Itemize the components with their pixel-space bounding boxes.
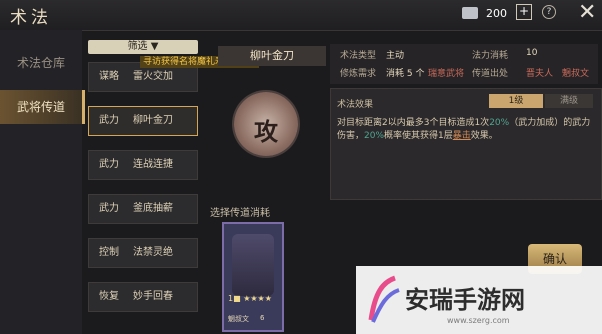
mana-value: 10	[526, 48, 538, 58]
source-label: 传道出处	[472, 69, 509, 79]
effect-percent: 20%	[489, 118, 510, 128]
mana-label: 法力消耗	[472, 51, 509, 61]
effect-part: 概率使其获得1层	[384, 131, 453, 141]
close-button[interactable]: ✕	[578, 2, 596, 24]
left-nav: 术法仓库 武将传道	[0, 30, 85, 334]
effect-box: 术法效果 1级 满级 对目标距离2以内最多3个目标造成1次20%（武力加成）的武…	[330, 88, 602, 200]
skill-type: 恢复	[99, 291, 119, 302]
skill-item[interactable]: 控制 法禁灵绝	[88, 238, 198, 268]
skill-name: 釜底抽薪	[133, 203, 173, 214]
skill-item-selected[interactable]: 武力 柳叶金刀	[88, 106, 198, 136]
effect-percent: 20%	[364, 131, 385, 141]
watermark-url: www.szerg.com	[447, 316, 510, 325]
skill-item[interactable]: 恢复 妙手回春	[88, 282, 198, 312]
require-extra: 瑞意武将	[428, 69, 465, 79]
source-value-2[interactable]: 魍叔文	[562, 66, 589, 79]
watermark-logo-icon	[368, 275, 400, 323]
hero-count: 6	[260, 314, 265, 322]
skill-name: 连战连捷	[133, 159, 173, 170]
hero-name: 魍叔文	[228, 315, 249, 323]
skill-type: 武力	[99, 159, 119, 170]
add-currency-button[interactable]: +	[516, 4, 532, 20]
help-button[interactable]: ?	[542, 5, 556, 19]
hero-card[interactable]: 1■ ★★★★ 魍叔文 6	[222, 222, 284, 332]
skill-type: 谋略	[99, 71, 119, 82]
source-value-1[interactable]: 晋夫人	[526, 66, 553, 79]
effect-label: 术法效果	[337, 100, 374, 110]
effect-text: 对目标距离2以内最多3个目标造成1次20%（武力加成）的武力伤害，20%概率使其…	[337, 117, 593, 143]
hero-stars: ★★★★	[243, 294, 272, 303]
watermark-text: 安瑞手游网	[405, 286, 525, 314]
crit-link[interactable]: 暴击	[453, 131, 471, 141]
hero-level-stars: 1■ ★★★★	[228, 294, 272, 303]
require-value: 消耗 5 个	[386, 69, 425, 79]
hero-level: 1■	[228, 294, 241, 303]
filter-button[interactable]: 筛选 ▼	[88, 40, 198, 54]
skill-type: 控制	[99, 247, 119, 258]
skill-item[interactable]: 武力 连战连捷	[88, 150, 198, 180]
nav-item-skill-storage[interactable]: 术法仓库	[0, 46, 82, 80]
level-tab-max[interactable]: 满级	[545, 94, 593, 108]
skill-list: 筛选 ▼ 谋略 雷火交加 武力 柳叶金刀 武力 连战连捷 武力 釜底抽薪 控制 …	[84, 38, 206, 334]
nav-item-general-teach[interactable]: 武将传道	[0, 90, 85, 124]
type-value: 主动	[386, 51, 405, 61]
scroll-icon	[462, 7, 478, 19]
skill-name: 妙手回春	[133, 291, 173, 302]
skill-info-grid: 术法类型 主动 法力消耗 10 修炼需求 消耗 5 个 瑞意武将 传道出处 晋夫…	[330, 44, 598, 84]
effect-part: 效果。	[470, 131, 498, 141]
skill-item[interactable]: 武力 釜底抽薪	[88, 194, 198, 224]
skill-type: 武力	[99, 203, 119, 214]
level-tab-1[interactable]: 1级	[489, 94, 543, 108]
skill-name: 法禁灵绝	[133, 247, 173, 258]
hero-portrait	[232, 234, 274, 296]
page-title: 术法	[10, 8, 52, 28]
require-label: 修炼需求	[340, 69, 377, 79]
skill-name: 柳叶金刀	[133, 115, 173, 126]
choose-cost-label: 选择传道消耗	[210, 208, 270, 219]
effect-part: 对目标距离2以内最多3个目标造成1次	[337, 118, 490, 128]
attack-emblem-char: 攻	[254, 117, 278, 146]
skill-title: 柳叶金刀	[218, 46, 326, 66]
currency-value: 200	[486, 7, 507, 20]
type-label: 术法类型	[340, 51, 377, 61]
skill-type: 武力	[99, 115, 119, 126]
